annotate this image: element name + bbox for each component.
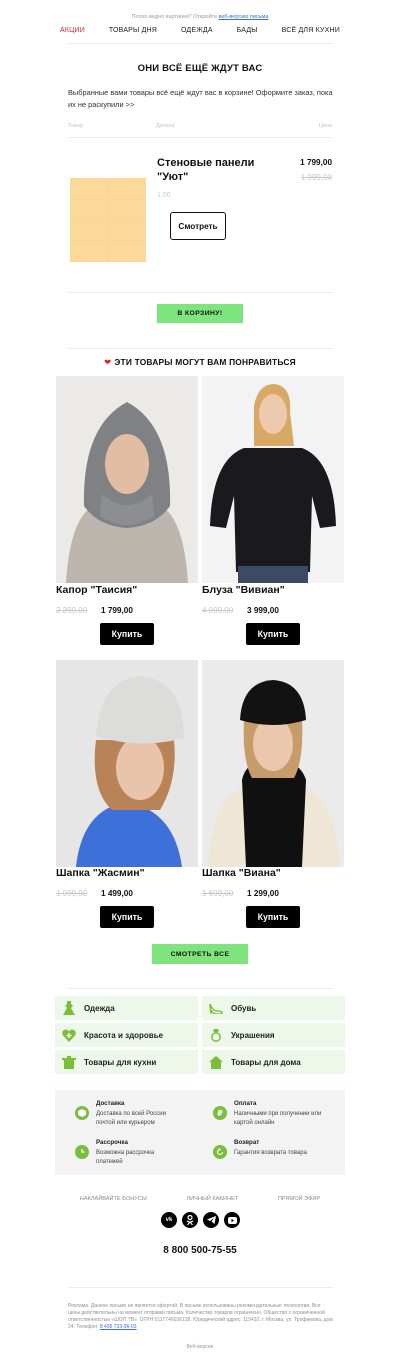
category-label: Обувь <box>231 1003 257 1013</box>
top-nav: АКЦИИ ТОВАРЫ ДНЯ ОДЕЖДА БАДЫ ВСЁ ДЛЯ КУХ… <box>60 27 340 34</box>
footer-links: НАКЛАЙВАЙТЕ БОНУСЫ ЛИЧНЫЙ КАБИНЕТ ПРЯМОЙ… <box>60 1196 340 1202</box>
hood-model-photo <box>56 376 198 583</box>
support-phone[interactable]: 8 800 500-75-55 <box>0 1245 400 1256</box>
see-all-button[interactable]: СМОТРЕТЬ ВСЕ <box>152 944 248 964</box>
ok-icon[interactable] <box>182 1212 198 1228</box>
category-label: Товары для дома <box>231 1057 301 1067</box>
nav-item-clothes[interactable]: ОДЕЖДА <box>181 27 213 34</box>
beanie-model-photo <box>56 660 198 867</box>
divider <box>68 137 333 138</box>
divider <box>68 292 333 293</box>
benefit-title: Доставка <box>96 1100 125 1107</box>
cart-intro: Выбранные вами товары всё ещё ждут вас в… <box>68 88 333 109</box>
preheader: Плохо видно картинки? Откройте веб-верси… <box>0 14 400 20</box>
panel-texture <box>70 178 146 262</box>
product-name[interactable]: Стеновые панели "Уют" <box>157 156 267 184</box>
youtube-icon[interactable] <box>224 1212 240 1228</box>
benefit-title: Возврат <box>234 1139 260 1146</box>
divider <box>68 43 333 44</box>
divider <box>68 988 333 989</box>
benefit-text: Гарантия возврата товара <box>234 1150 307 1156</box>
buy-button[interactable]: Купить <box>100 906 154 928</box>
nav-item-supplements[interactable]: БАДЫ <box>237 27 258 34</box>
benefit-text: Доставка по всей России почтой или курье… <box>96 1111 166 1126</box>
buy-button[interactable]: Купить <box>246 906 300 928</box>
category-jewelry[interactable]: Украшения <box>202 1023 345 1047</box>
cart-title: ОНИ ВСЁ ЕЩЁ ЖДУТ ВАС <box>137 63 263 74</box>
return-icon <box>213 1145 227 1159</box>
web-version-link[interactable]: веб-версию письма <box>219 14 269 20</box>
recommend-title: ❤ ЭТИ ТОВАРЫ МОГУТ ВАМ ПОНРАВИТЬСЯ <box>0 357 400 367</box>
col-header-details: Детали <box>156 123 175 129</box>
recommend-title-text: ЭТИ ТОВАРЫ МОГУТ ВАМ ПОНРАВИТЬСЯ <box>114 357 296 367</box>
product-card-old-price: 1 999,00 <box>56 889 88 898</box>
benefit-title: Оплата <box>234 1100 257 1107</box>
to-cart-button[interactable]: В КОРЗИНУ! <box>157 304 243 323</box>
clock-icon <box>75 1145 89 1159</box>
footer-link-bonus[interactable]: НАКЛАЙВАЙТЕ БОНУСЫ <box>80 1196 147 1202</box>
buy-button[interactable]: Купить <box>100 623 154 645</box>
category-home[interactable]: Товары для дома <box>202 1050 345 1074</box>
category-label: Красота и здоровье <box>84 1030 164 1040</box>
product-card-name[interactable]: Шапка "Жасмин" <box>56 867 145 879</box>
product-card-price: 1 499,00 <box>101 889 133 898</box>
product-card-name[interactable]: Шапка "Виана" <box>202 867 281 879</box>
nav-item-deals[interactable]: ТОВАРЫ ДНЯ <box>109 27 157 34</box>
category-shoes[interactable]: Обувь <box>202 996 345 1020</box>
product-price: 1 799,00 <box>300 158 332 167</box>
product-card-price: 1 299,00 <box>247 889 279 898</box>
view-product-button[interactable]: Смотреть <box>170 212 226 240</box>
product-old-price: 1 999,00 <box>300 173 332 182</box>
legal-text: Реклама. Данное письмо не является оферт… <box>68 1303 333 1331</box>
heart-icon: ❤ <box>104 357 112 367</box>
col-header-price: Цена <box>318 123 332 129</box>
heart-plus-icon <box>62 1028 76 1042</box>
pot-icon <box>62 1055 76 1069</box>
product-card-old-price: 2 299,00 <box>56 606 88 615</box>
product-card-image[interactable] <box>202 376 344 583</box>
legal-phone-link[interactable]: 8 495 733-96-03 <box>100 1324 137 1330</box>
category-label: Одежда <box>84 1003 115 1013</box>
product-card-name[interactable]: Блуза "Вивиан" <box>202 584 285 596</box>
nav-item-kitchen[interactable]: ВСЁ ДЛЯ КУХНИ <box>282 27 340 34</box>
preheader-text: Плохо видно картинки? Откройте <box>131 14 218 20</box>
nav-item-promo[interactable]: АКЦИИ <box>60 27 85 34</box>
product-card-price: 1 799,00 <box>101 606 133 615</box>
product-card-image[interactable] <box>56 660 198 867</box>
footer-link-account[interactable]: ЛИЧНЫЙ КАБИНЕТ <box>186 1196 238 1202</box>
benefit-text: Наличными при получении или картой онлай… <box>234 1111 322 1126</box>
product-qty: 1.00 <box>157 192 171 199</box>
product-image[interactable] <box>70 178 146 262</box>
product-card-old-price: 1 699,00 <box>202 889 234 898</box>
benefit-title: Рассрочка <box>96 1139 128 1146</box>
divider <box>68 1287 333 1288</box>
product-card-image[interactable] <box>202 660 344 867</box>
product-card-name[interactable]: Капор "Таисия" <box>56 584 137 596</box>
divider <box>68 348 333 349</box>
box-icon <box>75 1106 89 1120</box>
email-page: Плохо видно картинки? Откройте веб-верси… <box>0 0 400 1370</box>
category-label: Товары для кухни <box>84 1057 157 1067</box>
ruble-icon: ₽ <box>213 1106 227 1120</box>
ring-icon <box>209 1028 223 1042</box>
col-header-product: Товар <box>68 123 83 129</box>
telegram-icon[interactable] <box>203 1212 219 1228</box>
black-hat-model-photo <box>202 660 344 867</box>
shoe-icon <box>209 1001 223 1015</box>
benefit-text: Возможна рассрочка платежей <box>96 1150 155 1165</box>
vk-icon[interactable]: vk <box>161 1212 177 1228</box>
house-icon <box>209 1055 223 1069</box>
buy-button[interactable]: Купить <box>246 623 300 645</box>
category-kitchen[interactable]: Товары для кухни <box>55 1050 198 1074</box>
product-card-old-price: 4 999,00 <box>202 606 234 615</box>
web-version-footer-link[interactable]: Веб-версия <box>0 1344 400 1350</box>
category-beauty[interactable]: Красота и здоровье <box>55 1023 198 1047</box>
footer-link-live[interactable]: ПРЯМОЙ ЭФИР <box>278 1196 320 1202</box>
dress-icon <box>62 1001 76 1015</box>
blouse-model-photo <box>202 376 344 583</box>
product-card-image[interactable] <box>56 376 198 583</box>
product-card-price: 3 999,00 <box>247 606 279 615</box>
category-label: Украшения <box>231 1030 275 1040</box>
category-clothes[interactable]: Одежда <box>55 996 198 1020</box>
